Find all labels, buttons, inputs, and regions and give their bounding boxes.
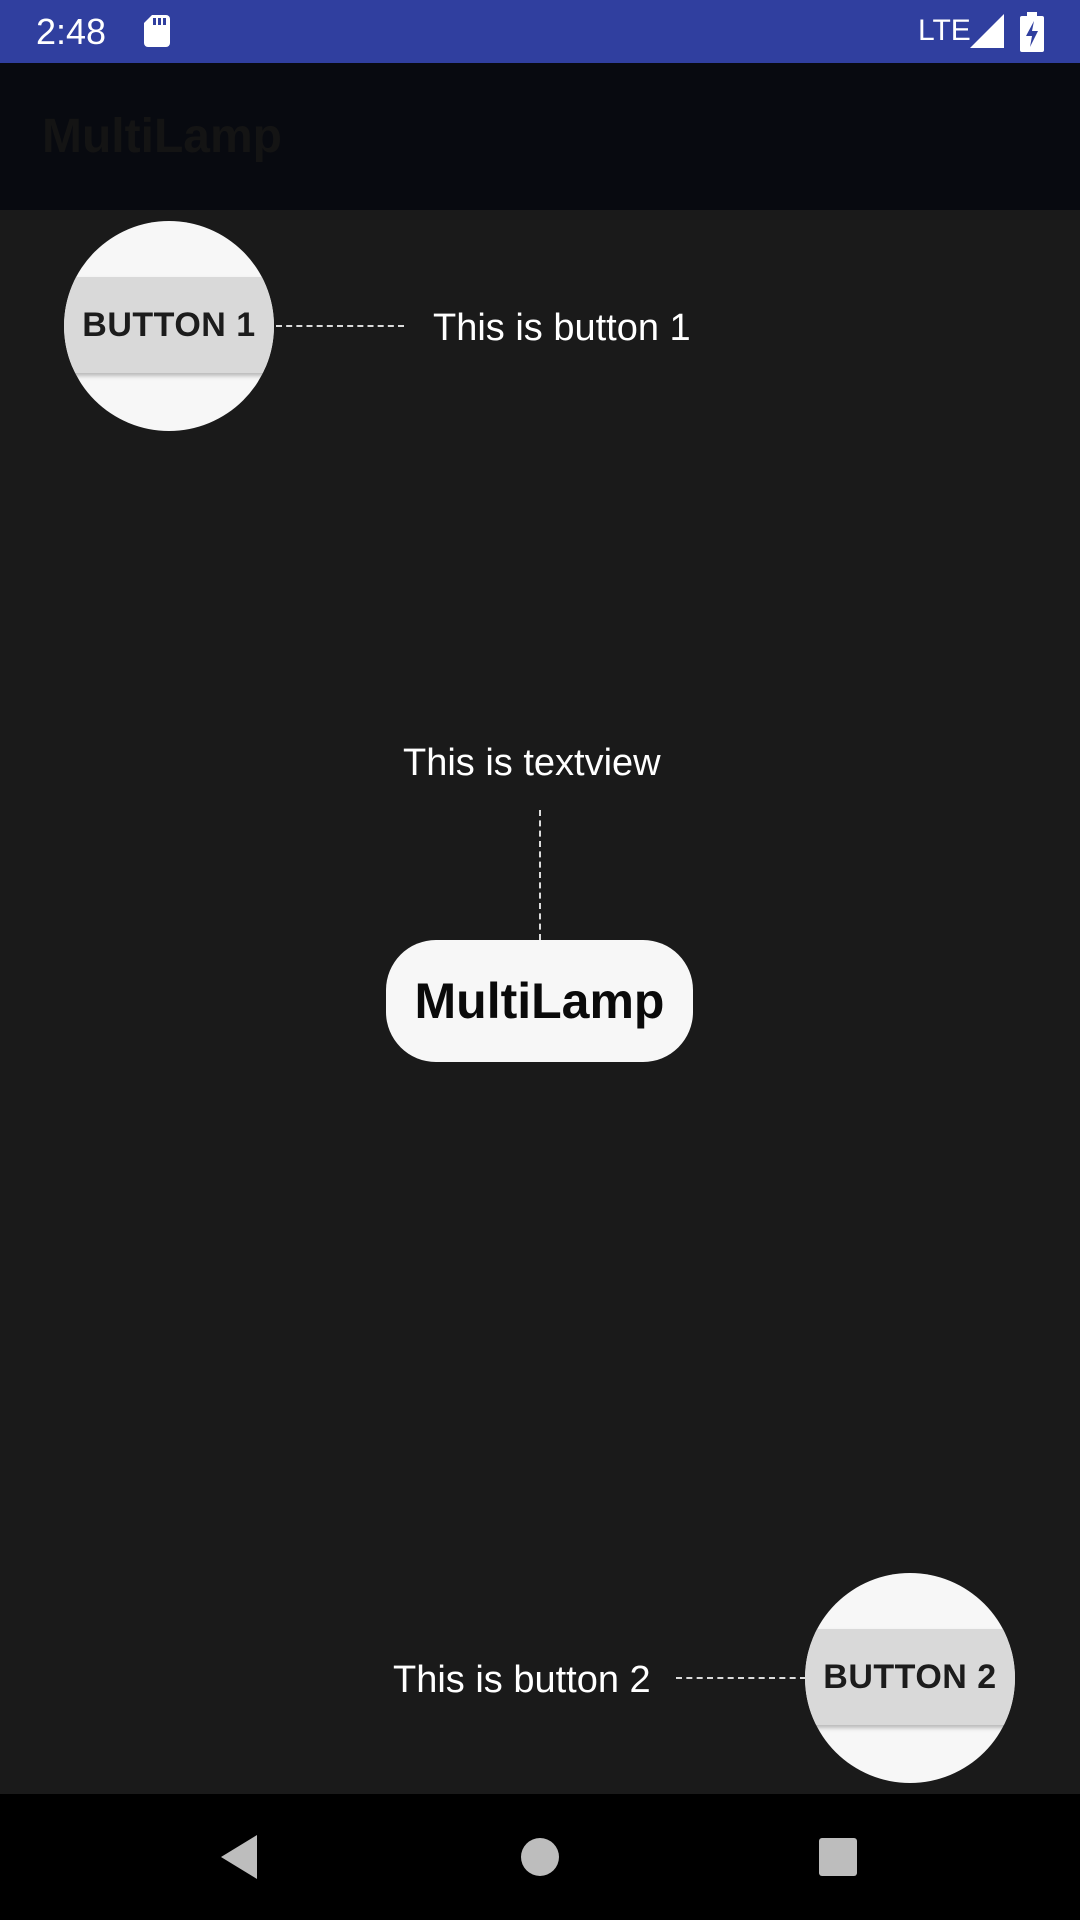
app-title: MultiLamp — [42, 110, 282, 163]
button-2[interactable]: BUTTON 2 — [805, 1629, 1015, 1725]
battery-charging-icon — [1020, 12, 1044, 52]
button-1[interactable]: BUTTON 1 — [64, 277, 274, 373]
navigation-bar — [0, 1794, 1080, 1920]
button1-connector-line — [276, 325, 404, 327]
status-bar: 2:48 LTE — [0, 0, 1080, 63]
button1-spotlight: BUTTON 1 — [64, 221, 274, 431]
recents-icon — [819, 1838, 857, 1876]
app-bar: MultiLamp — [0, 63, 1080, 210]
textview-hint-text: This is textview — [403, 742, 661, 784]
textview-connector-line — [539, 810, 541, 940]
network-type-label: LTE — [918, 14, 971, 47]
screen: 2:48 LTE MultiLamp BUTTON 1 This is butt… — [0, 0, 1080, 1920]
button2-connector-line — [676, 1677, 806, 1679]
status-time: 2:48 — [36, 11, 107, 52]
home-icon — [521, 1838, 559, 1876]
nav-back-button[interactable] — [201, 1819, 277, 1895]
signal-icon — [970, 14, 1004, 48]
button2-hint-text: This is button 2 — [393, 1659, 651, 1701]
textview-spotlight: MultiLamp — [386, 940, 693, 1062]
button1-hint-text: This is button 1 — [433, 307, 691, 349]
nav-recents-button[interactable] — [800, 1819, 876, 1895]
button2-spotlight: BUTTON 2 — [805, 1573, 1015, 1783]
back-icon — [221, 1835, 257, 1879]
textview-label[interactable]: MultiLamp — [415, 972, 665, 1030]
nav-home-button[interactable] — [502, 1819, 578, 1895]
sd-card-icon — [144, 15, 170, 47]
